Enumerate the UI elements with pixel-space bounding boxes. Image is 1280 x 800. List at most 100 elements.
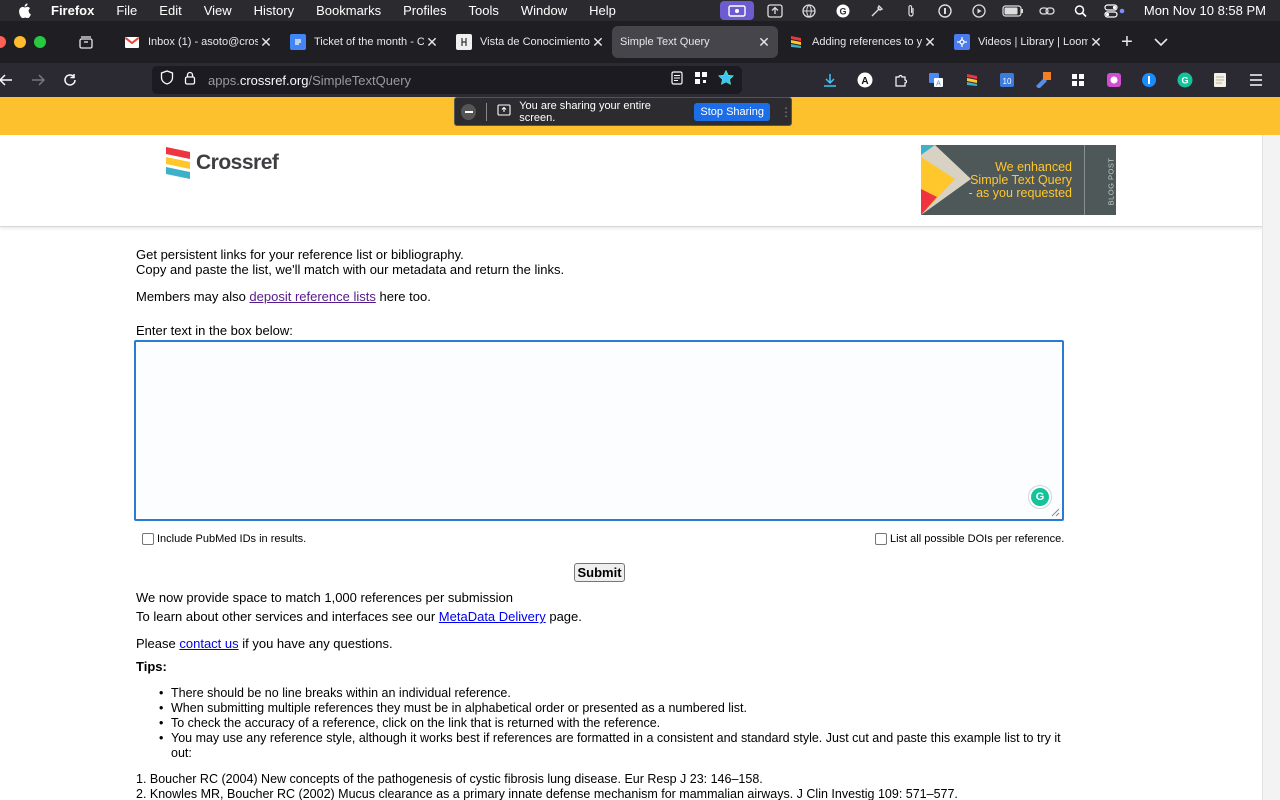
tab-loom-videos[interactable]: Videos | Library | Loom ✕ <box>944 26 1110 58</box>
crossref-extension-icon[interactable] <box>954 63 990 97</box>
upload-status-icon[interactable] <box>758 0 792 21</box>
intro-line-1: Get persistent links for your reference … <box>136 247 464 262</box>
pubmed-option[interactable]: Include PubMed IDs in results. <box>142 533 306 545</box>
menu-bar-clock[interactable]: Mon Nov 10 8:58 PM <box>1132 3 1280 18</box>
screen-share-indicator-icon[interactable] <box>719 1 754 20</box>
share-message: You are sharing your entire screen. <box>519 99 651 124</box>
notes-extension-icon[interactable] <box>1203 63 1239 97</box>
members-text-before: Members may also <box>136 289 250 304</box>
tab-close-icon[interactable]: ✕ <box>424 34 440 51</box>
new-tab-button[interactable]: + <box>1110 26 1144 58</box>
password-manager-status-icon[interactable] <box>928 0 962 21</box>
menu-tools[interactable]: Tools <box>458 0 510 21</box>
menu-file[interactable]: File <box>105 0 148 21</box>
window-close-button[interactable] <box>0 36 6 48</box>
tab-simple-text-query[interactable]: Simple Text Query ✕ <box>612 26 778 58</box>
tab-vista-de-conocimientos[interactable]: Vista de Conocimientos, a ✕ <box>446 26 612 58</box>
drag-handle-icon[interactable]: ⋮ <box>780 105 792 119</box>
control-center-icon[interactable] <box>1098 0 1132 21</box>
lock-icon[interactable] <box>184 71 196 90</box>
qr-code-icon[interactable] <box>694 71 708 90</box>
address-bar[interactable]: apps.crossref.org/SimpleTextQuery <box>152 66 742 94</box>
tab-close-icon[interactable]: ✕ <box>922 34 938 51</box>
downloads-icon[interactable] <box>812 63 848 97</box>
tab-close-icon[interactable]: ✕ <box>258 34 274 51</box>
all-dois-option[interactable]: List all possible DOIs per reference. <box>875 533 1064 545</box>
reference-textarea[interactable] <box>136 342 1062 519</box>
menu-profiles[interactable]: Profiles <box>392 0 457 21</box>
extensions-puzzle-icon[interactable] <box>883 63 919 97</box>
gmail-icon <box>124 34 140 50</box>
macos-menu-bar: Firefox File Edit View History Bookmarks… <box>0 0 1280 21</box>
reload-button-icon[interactable] <box>54 66 86 94</box>
accessibility-a-extension-icon[interactable]: A <box>848 63 884 97</box>
pubmed-checkbox[interactable] <box>142 533 154 545</box>
translate-extension-icon[interactable]: A <box>919 63 955 97</box>
deposit-reference-lists-link[interactable]: deposit reference lists <box>249 289 375 304</box>
share-bar-divider <box>486 102 488 121</box>
tab-close-icon[interactable]: ✕ <box>1088 34 1104 51</box>
app-menu-hamburger-icon[interactable] <box>1238 63 1274 97</box>
learn-more-note: To learn about other services and interf… <box>136 609 582 624</box>
tab-title: Simple Text Query <box>620 36 710 48</box>
screen-recorder-extension-icon[interactable] <box>1096 63 1132 97</box>
stop-sharing-button[interactable]: Stop Sharing <box>694 102 770 121</box>
calendar-extension-icon[interactable]: 10 <box>990 63 1026 97</box>
menu-history[interactable]: History <box>243 0 305 21</box>
url-text[interactable]: apps.crossref.org/SimpleTextQuery <box>208 73 411 88</box>
navigation-toolbar: apps.crossref.org/SimpleTextQuery A A 10… <box>0 63 1280 97</box>
screen-sharing-bar: You are sharing your entire screen. Stop… <box>454 97 792 126</box>
battery-icon[interactable] <box>996 0 1030 21</box>
apps-grid-extension-icon[interactable] <box>1061 63 1097 97</box>
window-minimize-button[interactable] <box>14 36 26 48</box>
reference-text-box[interactable]: G <box>134 340 1064 521</box>
contact-us-link[interactable]: contact us <box>179 636 238 651</box>
metadata-delivery-link[interactable]: MetaData Delivery <box>439 609 546 624</box>
tab-close-icon[interactable]: ✕ <box>590 34 606 51</box>
menu-view[interactable]: View <box>193 0 243 21</box>
tab-title: Adding references to your <box>812 36 922 48</box>
example-reference-1: 1. Boucher RC (2004) New concepts of the… <box>136 772 763 786</box>
menu-bookmarks[interactable]: Bookmarks <box>305 0 392 21</box>
page-scrollbar[interactable] <box>1262 135 1280 800</box>
menu-app-name[interactable]: Firefox <box>43 0 105 21</box>
forward-button-icon[interactable] <box>22 66 54 94</box>
submit-button[interactable]: Submit <box>574 563 625 582</box>
crossref-logo[interactable]: Crossref <box>165 145 279 181</box>
tab-close-icon[interactable]: ✕ <box>756 34 772 51</box>
color-picker-extension-icon[interactable] <box>1025 63 1061 97</box>
contact-note: Please contact us if you have any questi… <box>136 636 393 651</box>
blog-post-banner[interactable]: We enhanced Simple Text Query - as you r… <box>921 145 1116 215</box>
menu-window[interactable]: Window <box>510 0 578 21</box>
tools-status-icon[interactable] <box>860 0 894 21</box>
spotlight-search-icon[interactable] <box>1064 0 1098 21</box>
grammarly-extension-icon[interactable]: G <box>1167 63 1203 97</box>
paperclip-status-icon[interactable] <box>894 0 928 21</box>
resize-handle-icon[interactable] <box>1050 507 1060 517</box>
grammarly-status-icon[interactable]: G <box>826 0 860 21</box>
tab-ticket-of-the-month[interactable]: Ticket of the month - Com ✕ <box>280 26 446 58</box>
minimize-share-bar-icon[interactable] <box>461 103 477 120</box>
enter-text-label: Enter text in the box below: <box>136 323 293 338</box>
1password-extension-icon[interactable] <box>1132 63 1168 97</box>
window-maximize-button[interactable] <box>34 36 46 48</box>
tracking-protection-shield-icon[interactable] <box>160 70 174 90</box>
grammarly-widget-icon[interactable]: G <box>1028 485 1052 509</box>
learn-text-after: page. <box>545 609 582 624</box>
members-note: Members may also deposit reference lists… <box>136 289 431 304</box>
tab-adding-references[interactable]: Adding references to your ✕ <box>778 26 944 58</box>
play-status-icon[interactable] <box>962 0 996 21</box>
bookmark-star-icon[interactable] <box>717 69 735 90</box>
docs-icon <box>290 34 306 50</box>
link-status-icon[interactable] <box>1030 0 1064 21</box>
list-all-tabs-chevron-icon[interactable] <box>1144 26 1178 58</box>
apple-icon[interactable] <box>16 3 32 19</box>
menu-edit[interactable]: Edit <box>148 0 192 21</box>
tab-gmail[interactable]: Inbox (1) - asoto@crossref ✕ <box>114 26 280 58</box>
firefox-view-icon[interactable] <box>72 28 100 56</box>
back-button-icon[interactable] <box>0 66 22 94</box>
all-dois-checkbox[interactable] <box>875 533 887 545</box>
menu-help[interactable]: Help <box>578 0 627 21</box>
reader-view-icon[interactable] <box>670 70 684 90</box>
globe-status-icon[interactable] <box>792 0 826 21</box>
